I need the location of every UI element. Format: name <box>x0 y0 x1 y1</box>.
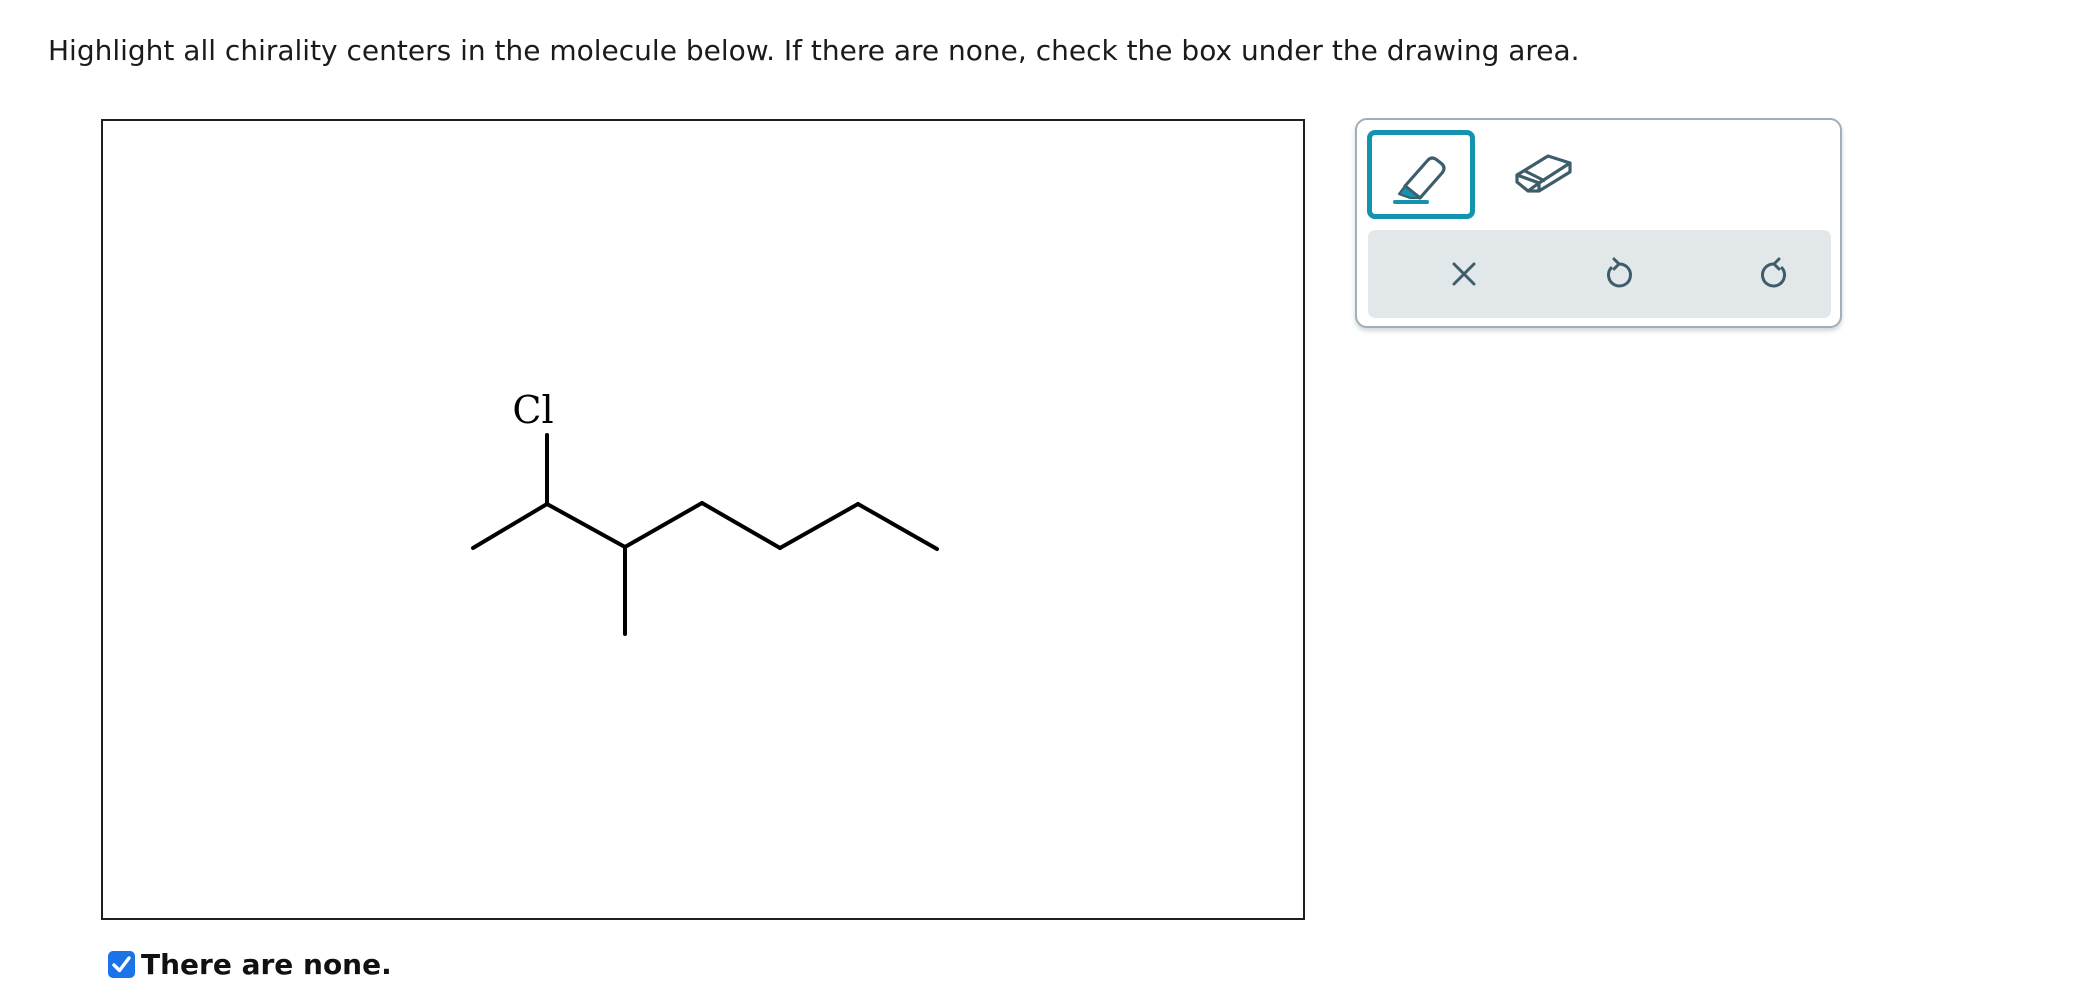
undo-icon <box>1607 257 1632 288</box>
toolbox <box>1355 118 1842 328</box>
highlighter-tool-button[interactable] <box>1367 130 1475 219</box>
question-text: Highlight all chirality centers in the m… <box>48 34 1580 67</box>
clear-icon <box>1452 262 1476 286</box>
molecule-structure: Cl <box>471 388 939 636</box>
redo-button[interactable] <box>1744 244 1804 304</box>
bond-c5-c6 <box>778 502 860 550</box>
none-option-label: There are none. <box>141 947 392 981</box>
checkmark-icon <box>112 955 131 972</box>
none-checkbox[interactable] <box>108 950 135 978</box>
undo-button[interactable] <box>1589 244 1649 304</box>
bond-c1-c2 <box>471 502 549 550</box>
eraser-icon <box>1515 153 1572 193</box>
chlorine-atom-label: Cl <box>512 388 553 432</box>
redo-icon <box>1761 257 1786 288</box>
action-bar <box>1368 230 1831 318</box>
bond-c2-c3 <box>545 502 627 549</box>
bond-c3-c4 <box>623 501 704 549</box>
drawing-area[interactable]: Cl <box>101 119 1305 920</box>
bond-c4-c5 <box>700 501 782 550</box>
clear-button[interactable] <box>1434 244 1494 304</box>
eraser-tool-button[interactable] <box>1489 130 1597 219</box>
none-option[interactable]: There are none. <box>108 946 392 982</box>
highlighter-icon <box>1393 155 1446 204</box>
bond-c6-c7 <box>856 502 939 551</box>
